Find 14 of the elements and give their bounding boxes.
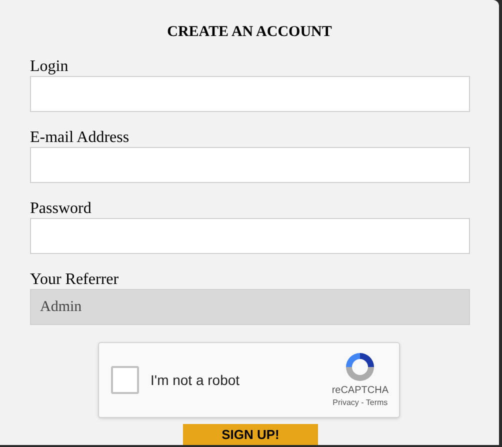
captcha-label: I'm not a robot — [150, 370, 240, 390]
sign-up-button[interactable]: SIGN UP! — [183, 424, 318, 445]
form-title: CREATE AN ACCOUNT — [167, 23, 332, 41]
recaptcha-logo-icon — [344, 351, 376, 383]
captcha-checkbox[interactable] — [110, 366, 138, 394]
field-label: E-mail Address — [30, 129, 130, 147]
captcha-brand: reCAPTCHA — [332, 385, 388, 397]
input-field[interactable] — [30, 76, 470, 112]
field-label: Your Referrer — [30, 271, 119, 289]
input-field[interactable] — [30, 218, 470, 254]
field-label: Login — [30, 58, 68, 76]
input-field[interactable] — [30, 147, 470, 183]
field-label: Password — [30, 200, 92, 218]
captcha-links[interactable]: Privacy - Terms — [332, 397, 388, 409]
